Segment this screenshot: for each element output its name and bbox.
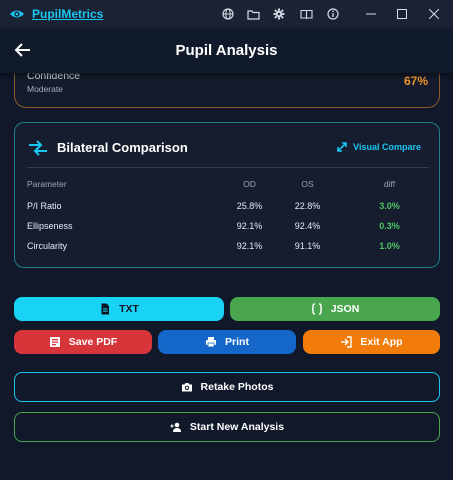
row-os: 91.1% (294, 241, 321, 251)
visual-compare-label: Visual Compare (353, 142, 421, 152)
print-label: Print (225, 336, 249, 348)
row-param: Ellipseness (27, 221, 73, 231)
exit-icon (341, 336, 353, 348)
confidence-level: Moderate (27, 84, 63, 94)
new-analysis-label: Start New Analysis (189, 421, 285, 433)
export-json-button[interactable]: JSON (230, 297, 440, 321)
eye-icon (10, 10, 24, 18)
folder-icon[interactable] (246, 7, 260, 21)
title-bar: PupilMetrics (0, 0, 453, 29)
table-row: Circularity 92.1% 91.1% 1.0% (15, 241, 441, 255)
row-os: 22.8% (294, 201, 321, 211)
save-pdf-button[interactable]: Save PDF (14, 330, 152, 354)
retake-photos-button[interactable]: Retake Photos (14, 372, 440, 402)
exit-app-button[interactable]: Exit App (303, 330, 440, 354)
globe-icon[interactable] (221, 7, 235, 21)
json-label: JSON (330, 303, 360, 315)
row-param: Circularity (27, 241, 68, 251)
compare-arrows-icon (29, 140, 47, 156)
visual-compare-button[interactable]: Visual Compare (336, 141, 421, 153)
header-diff: diff (383, 179, 396, 189)
row-os: 92.4% (294, 221, 321, 231)
exit-app-label: Exit App (360, 336, 403, 348)
table-row: P/I Ratio 25.8% 22.8% 3.0% (15, 201, 441, 215)
confidence-value: 67% (403, 74, 428, 88)
book-icon[interactable] (299, 7, 313, 21)
minimize-icon[interactable] (362, 5, 380, 23)
start-new-analysis-button[interactable]: Start New Analysis (14, 412, 440, 442)
divider (27, 167, 429, 168)
add-user-icon (170, 422, 181, 432)
page-title: Pupil Analysis (175, 42, 278, 59)
close-icon[interactable] (425, 5, 443, 23)
expand-icon (337, 142, 347, 152)
header-os: OS (301, 179, 314, 189)
camera-icon (181, 383, 192, 392)
txt-label: TXT (119, 303, 139, 315)
row-diff: 1.0% (379, 241, 400, 251)
row-od: 25.8% (236, 201, 263, 211)
maximize-icon[interactable] (393, 5, 411, 23)
code-braces-icon (311, 303, 322, 315)
export-txt-button[interactable]: TXT (14, 297, 224, 321)
header-od: OD (243, 179, 256, 189)
file-icon (101, 303, 110, 315)
row-param: P/I Ratio (27, 201, 62, 211)
gear-icon[interactable] (272, 7, 286, 21)
row-od: 92.1% (236, 221, 263, 231)
print-button[interactable]: Print (158, 330, 296, 354)
table-row: Ellipseness 92.1% 92.4% 0.3% (15, 221, 441, 235)
comparison-title: Bilateral Comparison (57, 140, 188, 155)
app-title[interactable]: PupilMetrics (32, 7, 103, 21)
retake-label: Retake Photos (200, 381, 274, 393)
pdf-icon (49, 337, 60, 347)
printer-icon (206, 337, 217, 348)
table-header: Parameter OD OS diff (15, 179, 441, 193)
row-od: 92.1% (236, 241, 263, 251)
bilateral-comparison-card: Bilateral Comparison Visual Compare Para… (14, 122, 440, 268)
app-bar: Pupil Analysis (0, 29, 453, 73)
header-parameter: Parameter (27, 179, 67, 189)
row-diff: 3.0% (379, 201, 400, 211)
save-pdf-label: Save PDF (68, 336, 118, 348)
row-diff: 0.3% (379, 221, 400, 231)
info-icon[interactable] (326, 7, 340, 21)
